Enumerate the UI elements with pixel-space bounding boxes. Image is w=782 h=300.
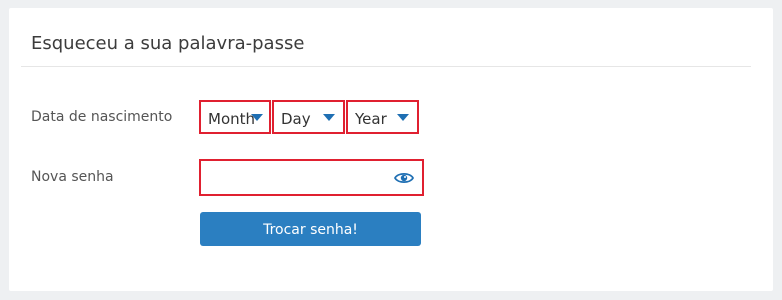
birthdate-label: Data de nascimento xyxy=(31,109,173,125)
birth-year-value: Year xyxy=(355,110,387,128)
new-password-input[interactable] xyxy=(207,167,391,191)
new-password-field xyxy=(199,159,424,196)
change-password-button[interactable]: Trocar senha! xyxy=(200,212,421,246)
birth-month-value: Month xyxy=(208,110,256,128)
page-title: Esqueceu a sua palavra-passe xyxy=(31,33,305,54)
birth-day-value: Day xyxy=(281,110,311,128)
reset-password-card: Esqueceu a sua palavra-passe Data de nas… xyxy=(9,8,773,291)
chevron-down-icon xyxy=(251,114,263,121)
eye-icon[interactable] xyxy=(394,171,414,185)
divider xyxy=(21,66,751,67)
chevron-down-icon xyxy=(397,114,409,121)
birth-year-select[interactable]: Year xyxy=(346,100,419,134)
chevron-down-icon xyxy=(323,114,335,121)
birth-day-select[interactable]: Day xyxy=(272,100,345,134)
new-password-label: Nova senha xyxy=(31,169,114,185)
birth-month-select[interactable]: Month xyxy=(199,100,271,134)
